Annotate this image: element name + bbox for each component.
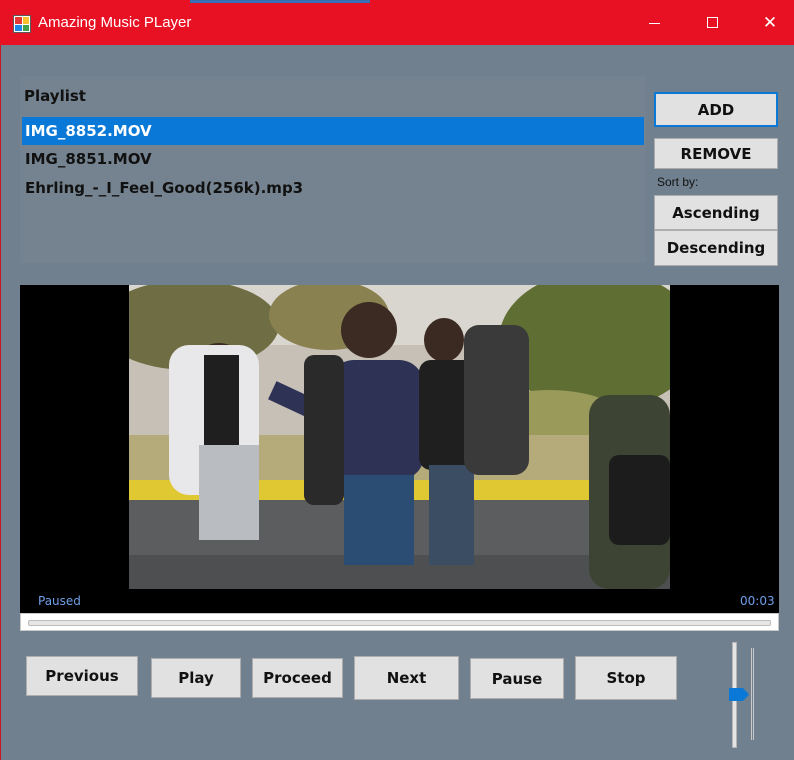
app-grid-icon	[13, 15, 31, 33]
sort-ascending-button[interactable]: Ascending	[654, 195, 778, 230]
video-scene-image	[129, 285, 670, 589]
sort-descending-button[interactable]: Descending	[654, 230, 778, 266]
close-icon: ✕	[762, 12, 778, 33]
video-frame	[129, 285, 670, 589]
add-button[interactable]: ADD	[654, 92, 778, 127]
proceed-button[interactable]: Proceed	[252, 658, 343, 698]
maximize-button[interactable]	[683, 0, 741, 45]
volume-ticks	[751, 648, 754, 740]
maximize-icon	[706, 17, 718, 28]
previous-button[interactable]: Previous	[26, 656, 138, 696]
minimize-icon	[648, 23, 660, 24]
playlist-heading: Playlist	[24, 87, 86, 105]
remove-button[interactable]: REMOVE	[654, 138, 778, 169]
playlist-item[interactable]: IMG_8852.MOV	[22, 117, 644, 145]
playback-time: 00:03	[740, 594, 775, 608]
taskbar-accent	[190, 0, 370, 3]
sort-by-label: Sort by:	[657, 175, 699, 189]
title-bar[interactable]: Amazing Music PLayer ✕	[0, 0, 794, 45]
playlist-item-label: Ehrling_-_I_Feel_Good(256k).mp3	[25, 179, 304, 197]
window-title: Amazing Music PLayer	[38, 14, 192, 31]
seek-track	[28, 620, 771, 626]
playlist-item-label: IMG_8852.MOV	[25, 122, 152, 140]
seek-bar[interactable]	[20, 613, 779, 631]
minimize-button[interactable]	[625, 0, 683, 45]
playlist-item[interactable]: IMG_8851.MOV	[22, 145, 644, 173]
next-button[interactable]: Next	[354, 656, 459, 700]
playlist-item-label: IMG_8851.MOV	[25, 150, 152, 168]
playlist-item[interactable]: Ehrling_-_I_Feel_Good(256k).mp3	[22, 174, 644, 202]
close-button[interactable]: ✕	[741, 0, 794, 45]
playback-status: Paused	[38, 594, 81, 608]
stop-button[interactable]: Stop	[575, 656, 677, 700]
play-button[interactable]: Play	[151, 658, 241, 698]
pause-button[interactable]: Pause	[470, 658, 564, 699]
